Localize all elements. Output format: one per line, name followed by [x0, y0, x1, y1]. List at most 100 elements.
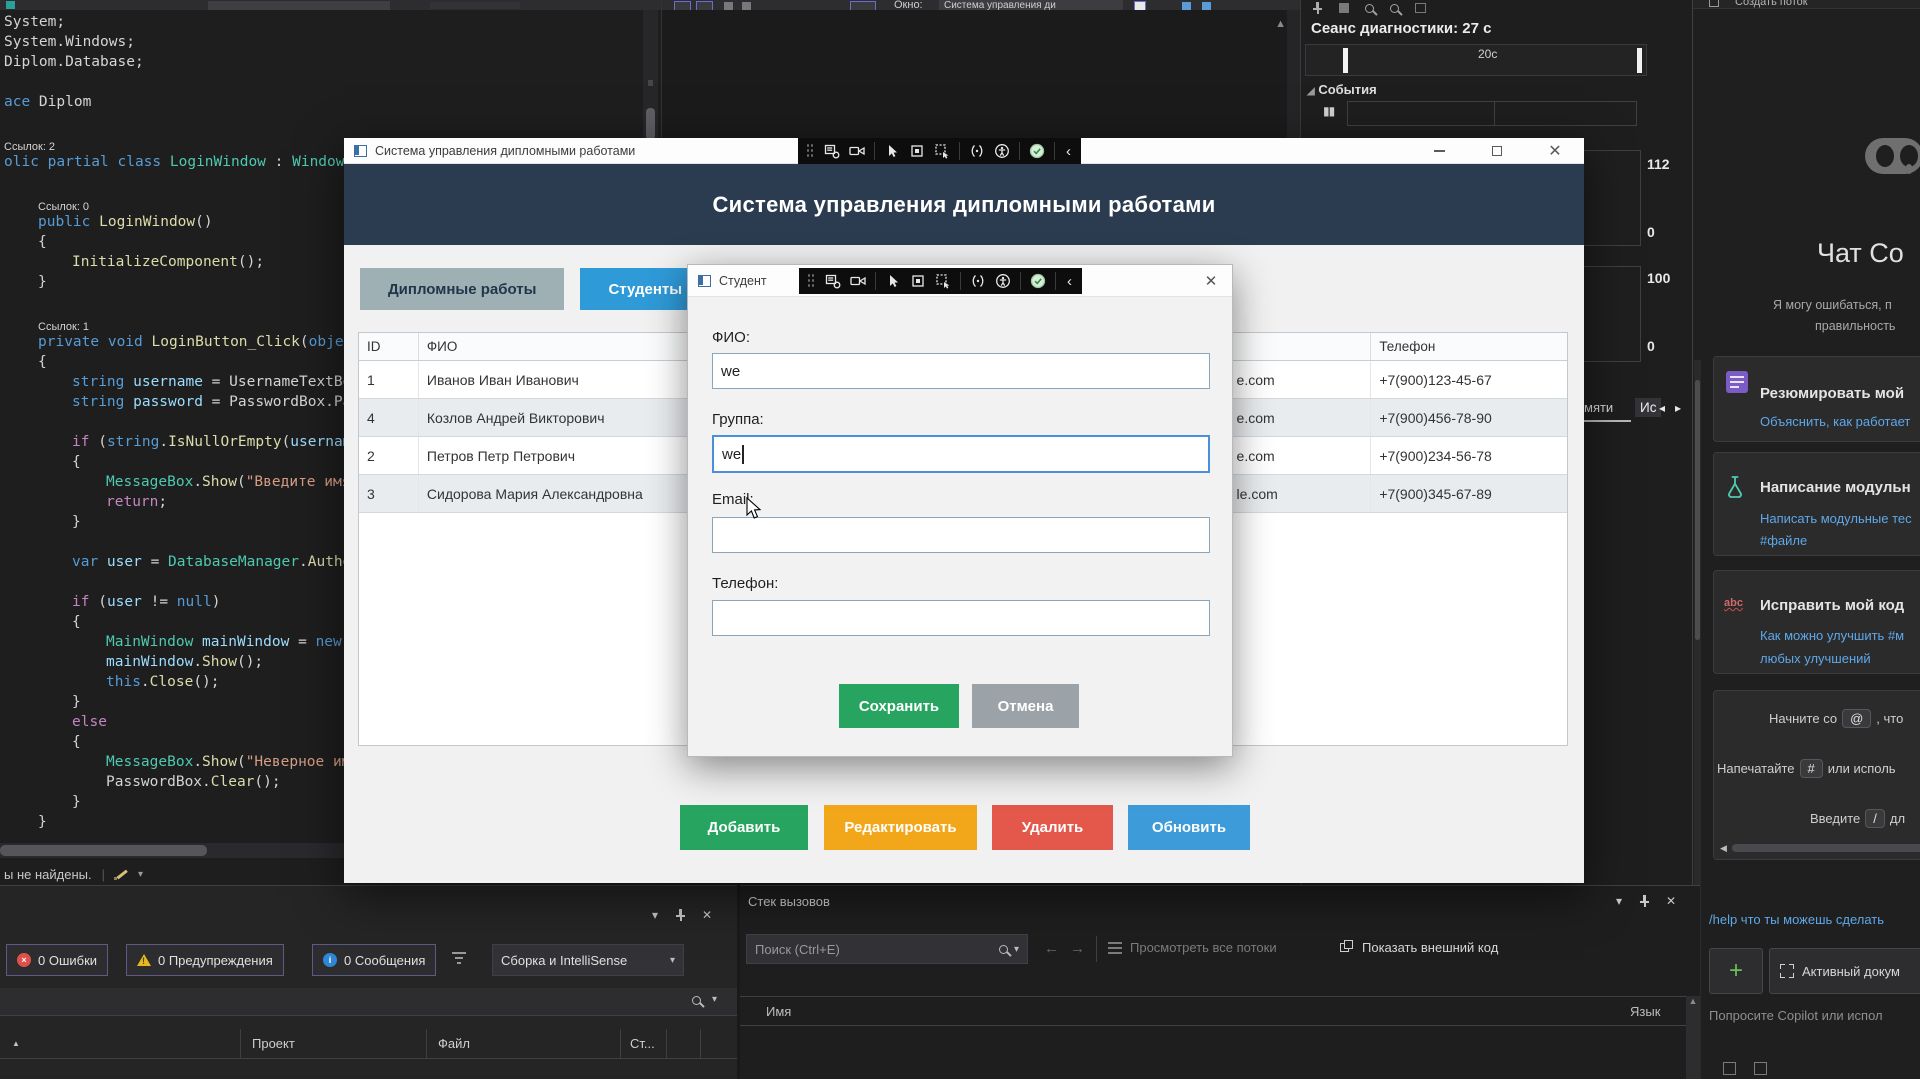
designer-scroll-up-icon[interactable]: ▲	[1275, 18, 1286, 30]
code-line[interactable]: ace Diplom	[0, 92, 640, 112]
cleanup-dropdown-icon[interactable]: ▾	[138, 869, 143, 880]
hints-horizontal-scrollbar[interactable]: ◀	[1720, 843, 1920, 853]
hot-reload-icon[interactable]	[970, 273, 986, 289]
callstack-search-caret-icon[interactable]: ▾	[1014, 944, 1019, 955]
select-elements-icon[interactable]	[935, 273, 951, 289]
callstack-menu-icon[interactable]: ▾	[1616, 894, 1622, 908]
chevron-left-icon[interactable]: ‹	[1065, 273, 1074, 290]
cursor-icon[interactable]	[884, 143, 900, 159]
header-id[interactable]: ID	[359, 333, 419, 360]
field-input[interactable]	[712, 600, 1210, 636]
column-project[interactable]: Проект	[252, 1036, 295, 1051]
error-filter-dropdown[interactable]: Сборка и IntelliSense ▾	[492, 944, 684, 976]
code-line[interactable]	[0, 112, 640, 132]
field-input[interactable]: we	[712, 353, 1210, 389]
help-command-link[interactable]: /help что ты можешь сделать	[1709, 912, 1884, 927]
diag-export-icon[interactable]	[1339, 3, 1349, 13]
card-fix-code[interactable]: abcИсправить мой кодКак можно улучшить #…	[1713, 570, 1920, 674]
lvt-icon-7[interactable]	[1182, 2, 1191, 10]
accessibility-icon[interactable]	[994, 143, 1010, 159]
callstack-close-icon[interactable]: ✕	[1666, 894, 1676, 908]
lvt-icon-5[interactable]	[850, 1, 876, 10]
callstack-search-icon[interactable]	[999, 945, 1008, 954]
hot-reload-icon[interactable]	[969, 143, 985, 159]
create-thread-label[interactable]: Создать поток	[1735, 0, 1808, 8]
header-phone[interactable]: Телефон	[1371, 333, 1567, 360]
accessibility-icon[interactable]	[995, 273, 1011, 289]
check-icon[interactable]	[1029, 143, 1045, 159]
show-external-code-button[interactable]: Показать внешний код	[1362, 940, 1498, 955]
live-visual-tree-toolbar[interactable]: Окно: Система управления ди	[662, 0, 1300, 10]
window-filter-dropdown[interactable]: Система управления ди	[939, 0, 1123, 10]
column-file[interactable]: Файл	[438, 1036, 470, 1051]
code-line[interactable]: System.Windows;	[0, 32, 640, 52]
lvt-icon-2[interactable]	[696, 1, 713, 10]
forward-arrow-icon[interactable]: →	[1070, 940, 1085, 957]
app-button[interactable]: Обновить	[1128, 805, 1250, 850]
chevron-left-icon[interactable]: ‹	[1064, 143, 1073, 160]
diag-zoom-out-icon[interactable]	[1390, 4, 1399, 13]
copilot-input[interactable]: Попросите Copilot или испол	[1709, 1008, 1883, 1023]
maximize-button[interactable]	[1468, 138, 1526, 164]
card-unit-tests[interactable]: Написание модульнНаписать модульные тес#…	[1713, 452, 1920, 556]
timeline-handle-left[interactable]	[1343, 48, 1348, 73]
warnings-badge[interactable]: ! 0 Предупреждения	[126, 944, 284, 976]
tab-memory-usage[interactable]: мяти	[1584, 400, 1613, 415]
box-icon[interactable]	[910, 273, 926, 289]
threads-toolbar-cut[interactable]: Создать поток	[1693, 0, 1920, 9]
timeline-handle-right[interactable]	[1637, 48, 1642, 73]
add-context-button[interactable]: +	[1709, 948, 1763, 994]
error-search-row[interactable]: ▾	[0, 988, 737, 1016]
diag-chart-icon[interactable]	[1415, 3, 1426, 13]
errorlist-close-icon[interactable]: ✕	[702, 908, 712, 922]
editor-tab-strip[interactable]	[0, 0, 661, 10]
save-button[interactable]: Сохранить	[839, 684, 959, 728]
field-input[interactable]: we	[712, 435, 1210, 473]
callstack-search-input[interactable]: Поиск (Ctrl+E) ▾	[746, 934, 1028, 964]
live-tree-icon[interactable]	[825, 273, 841, 289]
active-document-chip[interactable]: Активный докум	[1769, 948, 1920, 994]
card-summarize[interactable]: Резюмировать мойОбъяснить, как работает	[1713, 356, 1920, 442]
lvt-icon-6[interactable]	[1134, 1, 1146, 10]
live-tree-icon[interactable]	[824, 143, 840, 159]
record-icon[interactable]	[850, 273, 866, 289]
lvt-icon-4[interactable]	[742, 2, 751, 10]
column-line[interactable]: Ст...	[630, 1036, 655, 1051]
filter-icon[interactable]	[452, 952, 466, 966]
pause-icon[interactable]: ▮▮	[1323, 104, 1334, 118]
events-section-label[interactable]: События	[1318, 82, 1376, 97]
copilot-bottom-icons[interactable]	[1723, 1062, 1767, 1075]
cleanup-icon[interactable]	[115, 868, 128, 881]
error-list-header[interactable]: ▲ Проект Файл Ст...	[0, 1029, 737, 1059]
errorlist-menu-icon[interactable]: ▾	[652, 908, 658, 922]
sort-arrow-icon[interactable]: ▲	[12, 1039, 20, 1048]
errorlist-pin-icon[interactable]	[674, 909, 686, 921]
close-button[interactable]: ✕	[1526, 138, 1584, 164]
tab-usage[interactable]: Ис	[1635, 398, 1661, 417]
box-icon[interactable]	[909, 143, 925, 159]
select-elements-icon[interactable]	[934, 143, 950, 159]
events-track[interactable]	[1347, 101, 1637, 126]
diagnostics-timeline[interactable]: 20с	[1305, 44, 1647, 76]
cancel-button[interactable]: Отмена	[972, 684, 1079, 728]
callstack-column-header[interactable]: Имя Язык	[740, 996, 1700, 1026]
code-line[interactable]: System;	[0, 12, 640, 32]
messages-badge[interactable]: i 0 Сообщения	[312, 944, 436, 976]
designer-scrollbar[interactable]	[1287, 10, 1300, 138]
errors-badge[interactable]: × 0 Ошибки	[6, 944, 108, 976]
column-language[interactable]: Язык	[1630, 1004, 1660, 1019]
callstack-pin-icon[interactable]	[1638, 895, 1650, 907]
check-icon[interactable]	[1030, 273, 1046, 289]
minimize-button[interactable]	[1410, 138, 1468, 164]
cursor-icon[interactable]	[885, 273, 901, 289]
header-email[interactable]	[1212, 333, 1372, 360]
code-line[interactable]: Diplom.Database;	[0, 52, 640, 72]
lvt-icon-3[interactable]	[724, 2, 733, 10]
error-search-caret-icon[interactable]: ▾	[712, 994, 717, 1005]
column-name[interactable]: Имя	[766, 1004, 791, 1019]
field-input[interactable]	[712, 517, 1210, 553]
lvt-icon-8[interactable]	[1202, 2, 1211, 10]
app-button[interactable]: Редактировать	[824, 805, 977, 850]
app-button[interactable]: Добавить	[680, 805, 808, 850]
code-line[interactable]	[0, 72, 640, 92]
